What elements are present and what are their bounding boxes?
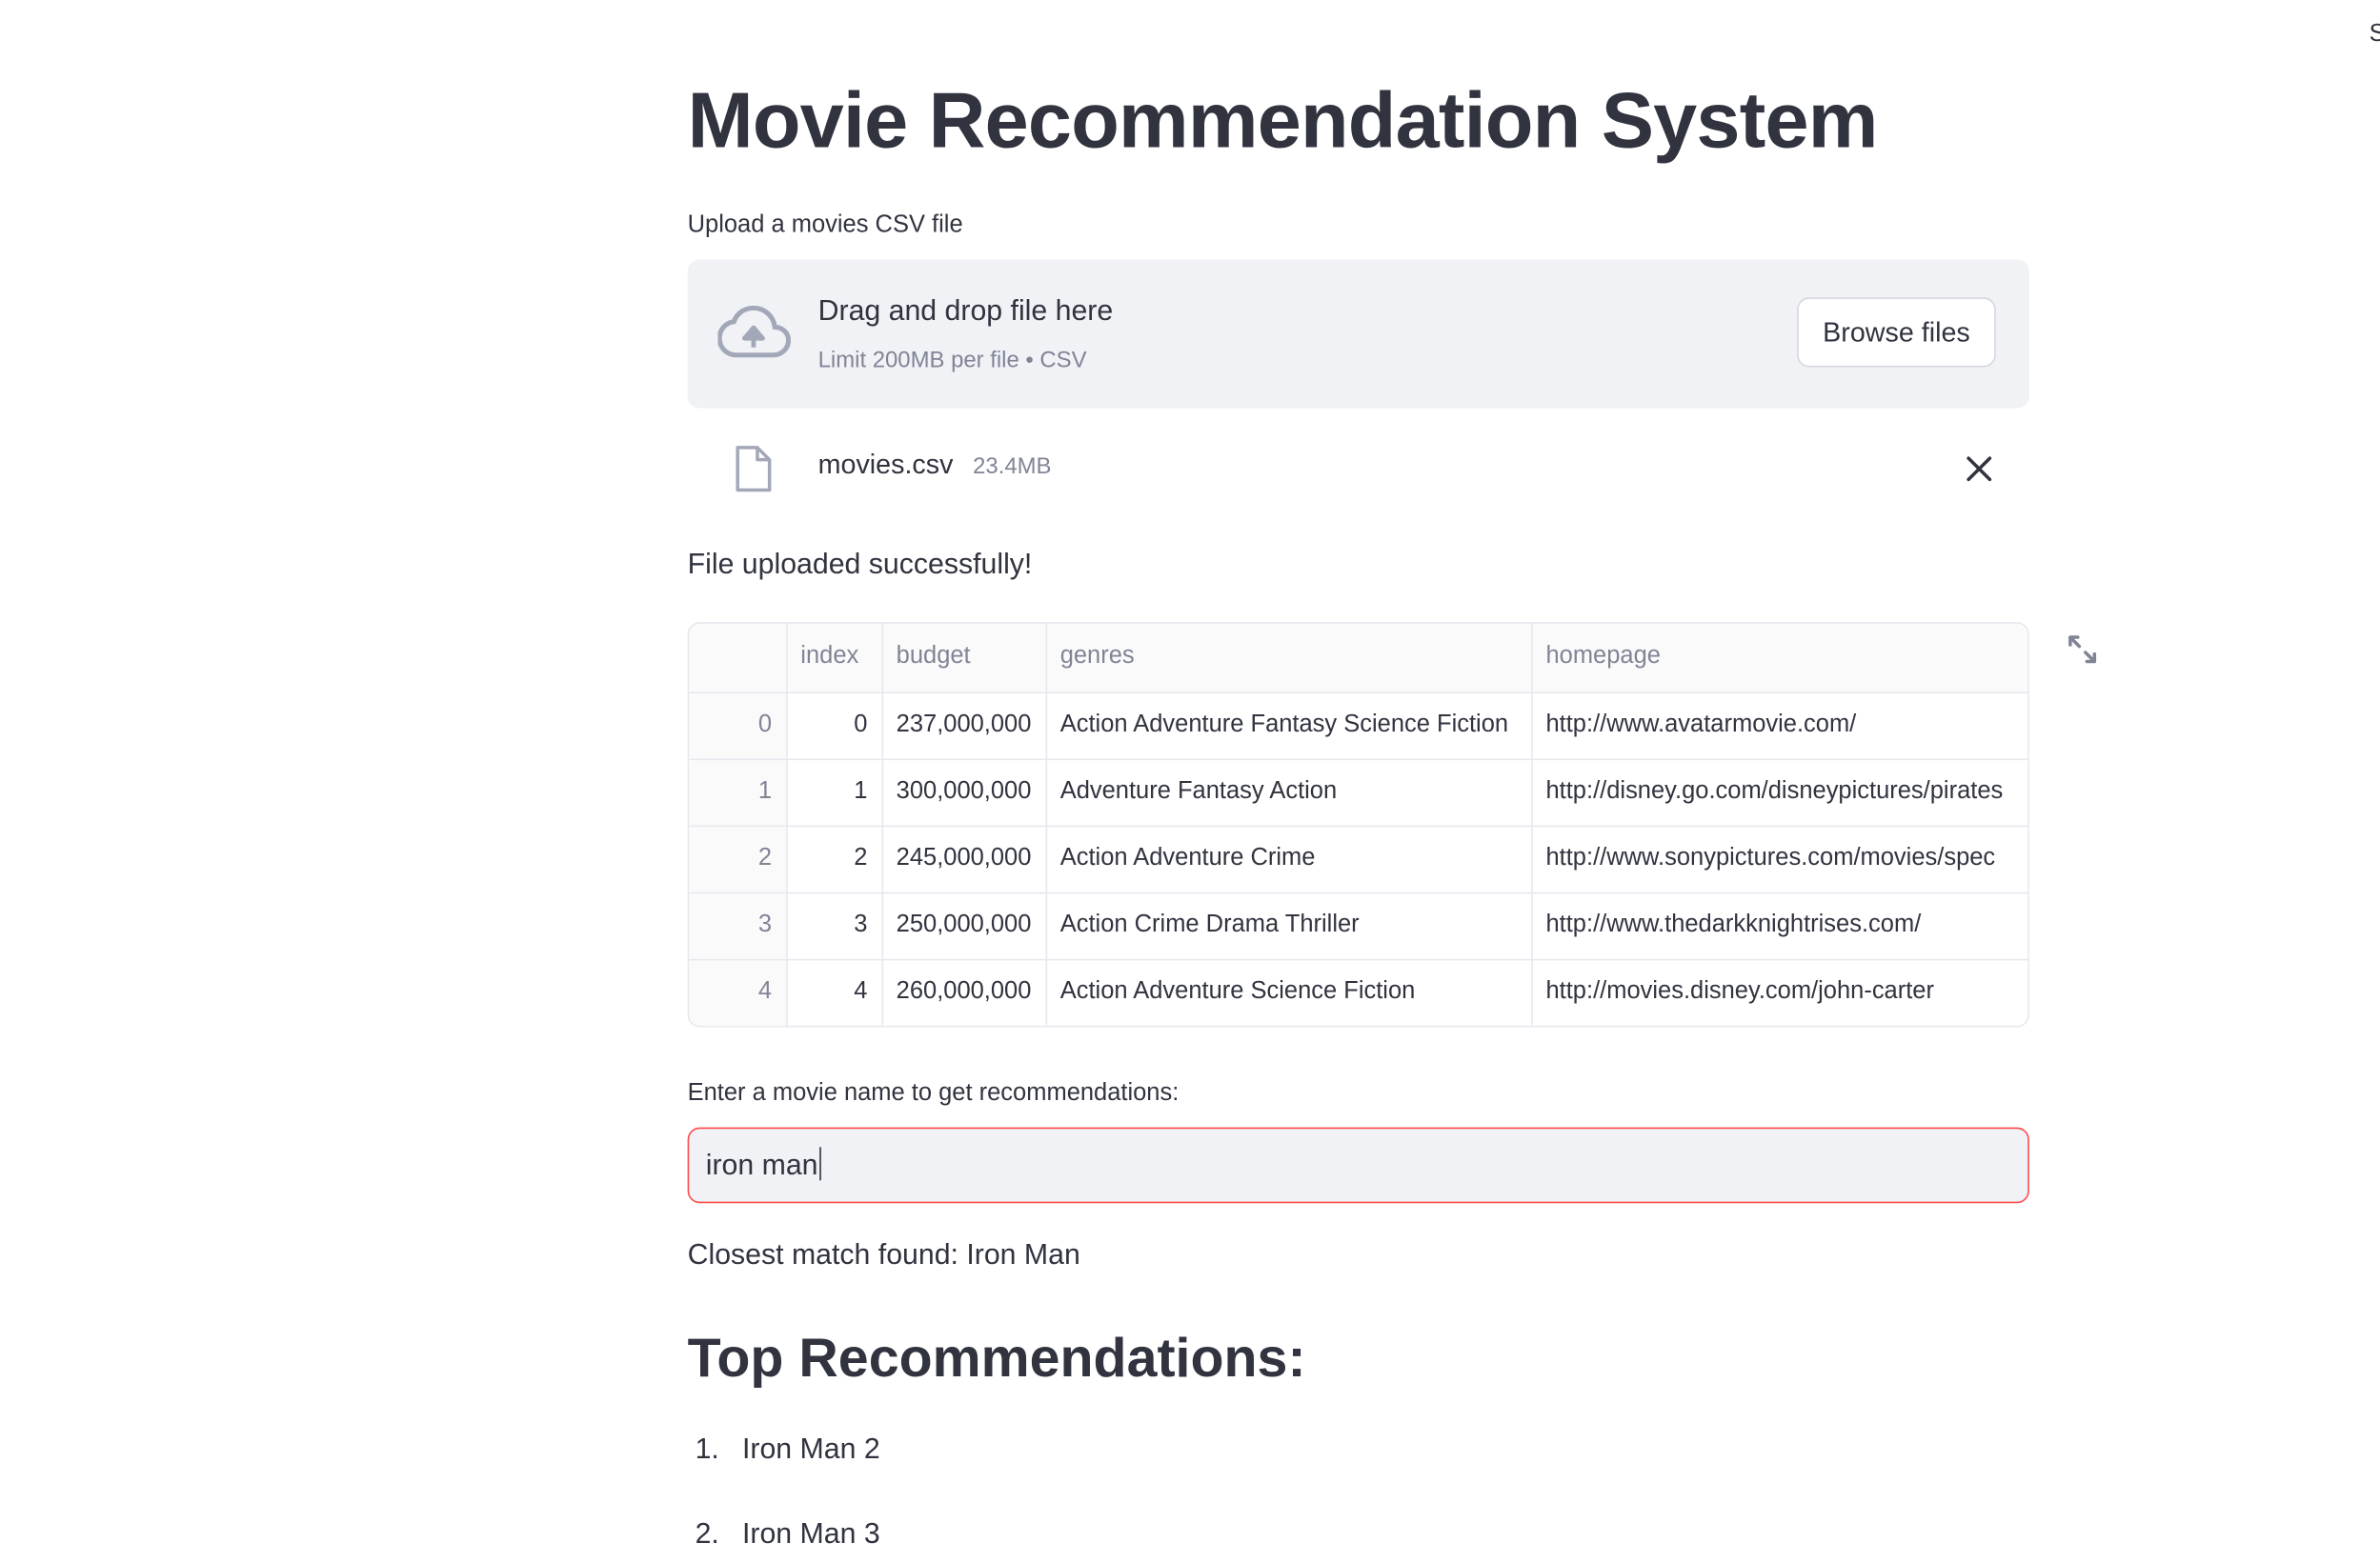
list-item: 1. Iron Man 2 [688, 1433, 880, 1467]
list-number: 1. [695, 1433, 719, 1466]
cell-genres[interactable]: Action Adventure Science Fiction [1045, 958, 1533, 1026]
column-header-genres[interactable]: genres [1045, 623, 1533, 693]
table-row: 3 3 250,000,000 Action Crime Drama Thril… [689, 892, 2028, 960]
cell-budget[interactable]: 245,000,000 [881, 825, 1047, 893]
browse-files-button[interactable]: Browse files [1797, 297, 1996, 368]
column-header-homepage[interactable]: homepage [1531, 623, 2028, 693]
cell-budget[interactable]: 300,000,000 [881, 758, 1047, 827]
cell-genres[interactable]: Action Adventure Crime [1045, 825, 1533, 893]
file-name: movies.csv [817, 449, 954, 480]
fullscreen-icon[interactable] [2064, 631, 2100, 668]
cell-genres[interactable]: Action Crime Drama Thriller [1045, 892, 1533, 960]
column-header [689, 623, 787, 693]
cell-homepage[interactable]: http://www.thedarkknightrises.com/ [1531, 892, 2028, 960]
cell-budget[interactable]: 260,000,000 [881, 958, 1047, 1026]
table-header-row: index budget genres homepage [689, 623, 2028, 693]
list-item: 2. Iron Man 3 [688, 1519, 880, 1553]
data-table[interactable]: index budget genres homepage 0 0 237,000… [687, 622, 2029, 1028]
cell-index[interactable]: 2 [786, 825, 883, 893]
table-row: 0 0 237,000,000 Action Adventure Fantasy… [689, 691, 2028, 760]
row-index: 2 [689, 825, 787, 893]
recommendation-title: Iron Man 3 [741, 1518, 880, 1552]
column-header-budget[interactable]: budget [881, 623, 1047, 693]
cell-index[interactable]: 0 [786, 691, 883, 760]
dropzone-limit: Limit 200MB per file • CSV [817, 347, 1087, 373]
row-index: 1 [689, 758, 787, 827]
cell-genres[interactable]: Adventure Fantasy Action [1045, 758, 1533, 827]
cloud-upload-icon [717, 305, 791, 358]
cell-index[interactable]: 1 [786, 758, 883, 827]
closest-match-text: Closest match found: Iron Man [687, 1239, 1080, 1272]
column-header-index[interactable]: index [786, 623, 883, 693]
corner-text: S [2370, 21, 2380, 49]
file-size: 23.4MB [973, 453, 1052, 480]
table-row: 4 4 260,000,000 Action Adventure Science… [689, 958, 2028, 1026]
cell-index[interactable]: 3 [786, 892, 883, 960]
cell-homepage[interactable]: http://movies.disney.com/john-carter [1531, 958, 2028, 1026]
file-dropzone[interactable]: Drag and drop file here Limit 200MB per … [687, 259, 2029, 409]
table-row: 2 2 245,000,000 Action Adventure Crime h… [689, 825, 2028, 893]
cell-homepage[interactable]: http://disney.go.com/disneypictures/pira… [1531, 758, 2028, 827]
uploader-label: Upload a movies CSV file [687, 212, 963, 239]
table-row: 1 1 300,000,000 Adventure Fantasy Action… [689, 758, 2028, 827]
cell-budget[interactable]: 237,000,000 [881, 691, 1047, 760]
list-number: 2. [695, 1518, 719, 1552]
cell-homepage[interactable]: http://www.sonypictures.com/movies/spec [1531, 825, 2028, 893]
cell-index[interactable]: 4 [786, 958, 883, 1026]
dropzone-title: Drag and drop file here [817, 295, 1114, 329]
search-input-value: iron man [705, 1150, 818, 1182]
close-icon[interactable] [1960, 450, 1999, 489]
row-index: 4 [689, 958, 787, 1026]
row-index: 3 [689, 892, 787, 960]
success-message: File uploaded successfully! [687, 549, 1033, 582]
row-index: 0 [689, 691, 787, 760]
page-title: Movie Recommendation System [687, 77, 1879, 166]
cell-homepage[interactable]: http://www.avatarmovie.com/ [1531, 691, 2028, 760]
text-caret [819, 1147, 822, 1181]
movie-search-input[interactable]: iron man [687, 1127, 2029, 1204]
cell-budget[interactable]: 250,000,000 [881, 892, 1047, 960]
recommendations-heading: Top Recommendations: [687, 1326, 1306, 1389]
uploaded-file-row: movies.csv 23.4MB [688, 437, 2029, 501]
cell-genres[interactable]: Action Adventure Fantasy Science Fiction [1045, 691, 1533, 760]
search-label: Enter a movie name to get recommendation… [687, 1080, 1180, 1107]
recommendation-title: Iron Man 2 [741, 1433, 880, 1466]
file-icon [736, 446, 772, 492]
